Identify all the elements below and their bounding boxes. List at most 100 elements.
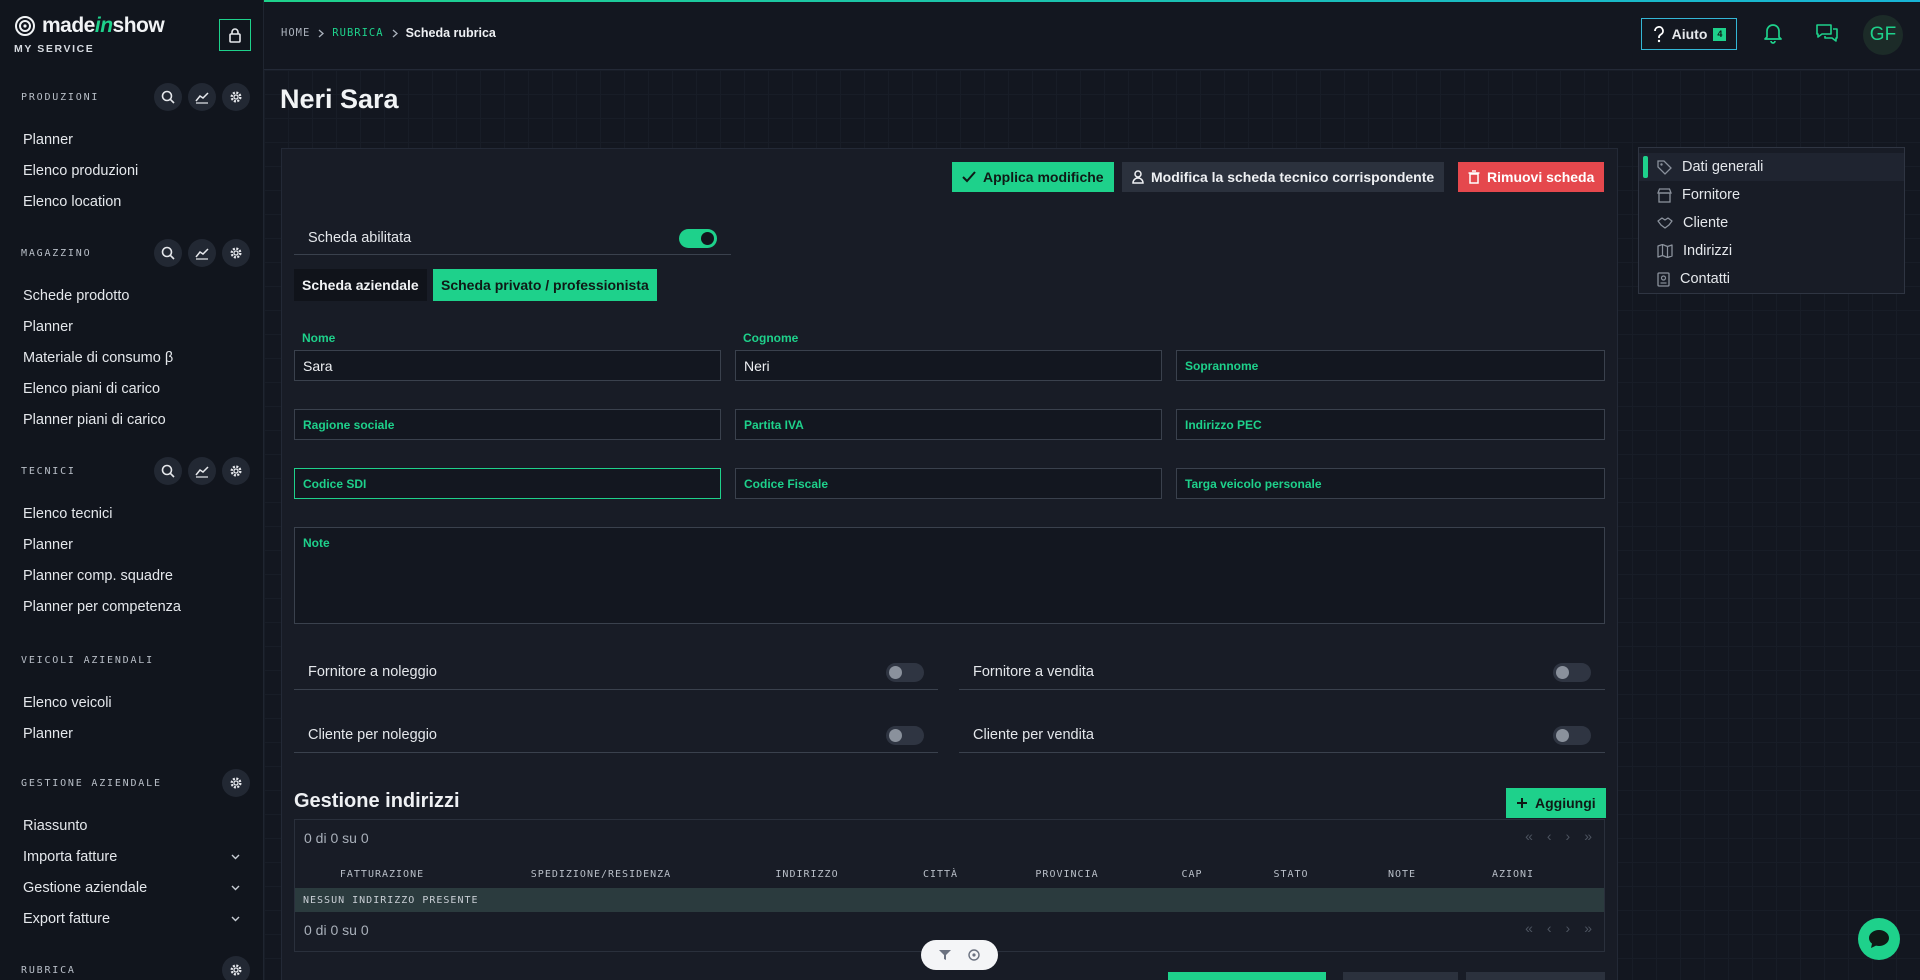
- stats-button[interactable]: [188, 457, 216, 485]
- codice-fiscale-field[interactable]: Codice Fiscale: [735, 468, 1162, 499]
- settings-button[interactable]: [222, 239, 250, 267]
- column-header[interactable]: FATTURAZIONE: [295, 869, 469, 880]
- soprannome-field[interactable]: Soprannome: [1176, 350, 1605, 381]
- index-item-contatti[interactable]: Contatti: [1639, 265, 1904, 293]
- sidebar-item-importa-fatture[interactable]: Importa fatture: [0, 841, 263, 872]
- messages-icon[interactable]: [1815, 22, 1839, 49]
- column-header[interactable]: STATO: [1250, 869, 1332, 880]
- ragione-sociale-field[interactable]: Ragione sociale: [294, 409, 721, 440]
- tag-icon: [1657, 159, 1672, 175]
- index-item-cliente[interactable]: Cliente: [1639, 209, 1904, 237]
- fornitore-noleggio-toggle[interactable]: [886, 662, 924, 682]
- note-label: Note: [303, 536, 330, 550]
- sidebar-item-riassunto[interactable]: Riassunto: [0, 810, 263, 841]
- next-page-icon[interactable]: ›: [1566, 920, 1571, 936]
- sidebar-item-elenco-veicoli[interactable]: Elenco veicoli: [0, 687, 263, 718]
- edit-tech-button[interactable]: Modifica la scheda tecnico corrispondent…: [1122, 162, 1445, 192]
- sidebar-item-elenco-tecnici[interactable]: Elenco tecnici: [0, 498, 263, 529]
- note-textarea[interactable]: Note: [294, 527, 1605, 624]
- fornitore-vendita-toggle[interactable]: [1553, 662, 1591, 682]
- contact-card-icon: [1657, 271, 1670, 287]
- target-icon[interactable]: [967, 948, 981, 962]
- sidebar-item-elenco-location[interactable]: Elenco location: [0, 186, 263, 217]
- cliente-vendita-toggle[interactable]: [1553, 725, 1591, 745]
- bottom-tertiary-button[interactable]: [1466, 972, 1605, 980]
- settings-button[interactable]: [222, 769, 250, 797]
- breadcrumb-rubrica[interactable]: RUBRICA: [332, 27, 383, 39]
- store-icon: [1657, 187, 1672, 203]
- cliente-noleggio-toggle[interactable]: [886, 725, 924, 745]
- tab-scheda-privato[interactable]: Scheda privato / professionista: [433, 269, 657, 301]
- lock-button[interactable]: [219, 19, 251, 51]
- search-icon: [161, 90, 175, 104]
- settings-button[interactable]: [222, 956, 250, 980]
- partita-iva-field[interactable]: Partita IVA: [735, 409, 1162, 440]
- sidebar-item-export-fatture[interactable]: Export fatture: [0, 903, 263, 934]
- sidebar-item-elenco-piani-carico[interactable]: Elenco piani di carico: [0, 373, 263, 404]
- index-item-dati-generali[interactable]: Dati generali: [1639, 153, 1904, 181]
- stats-button[interactable]: [188, 239, 216, 267]
- help-badge: 4: [1713, 27, 1727, 41]
- section-veicoli: VEICOLI AZIENDALI Elenco veicoli Planner: [0, 645, 263, 749]
- column-header[interactable]: SPEDIZIONE/RESIDENZA: [469, 869, 733, 880]
- targa-field[interactable]: Targa veicolo personale: [1176, 468, 1605, 499]
- sidebar-item-planner-competenza[interactable]: Planner per competenza: [0, 591, 263, 622]
- chat-icon: [1869, 930, 1889, 948]
- prev-page-icon[interactable]: ‹: [1547, 828, 1552, 844]
- last-page-icon[interactable]: »: [1584, 920, 1592, 936]
- column-header[interactable]: CAP: [1134, 869, 1250, 880]
- sidebar-item-planner[interactable]: Planner: [0, 311, 263, 342]
- column-header[interactable]: CITTÀ: [881, 869, 1000, 880]
- bottom-secondary-button[interactable]: [1343, 972, 1458, 980]
- first-page-icon[interactable]: «: [1525, 828, 1533, 844]
- prev-page-icon[interactable]: ‹: [1547, 920, 1552, 936]
- column-header[interactable]: PROVINCIA: [1000, 869, 1134, 880]
- pager-bottom: « ‹ › »: [1525, 920, 1592, 936]
- breadcrumb-current: Scheda rubrica: [405, 26, 496, 40]
- search-button[interactable]: [154, 457, 182, 485]
- index-item-fornitore[interactable]: Fornitore: [1639, 181, 1904, 209]
- codice-sdi-field[interactable]: Codice SDI: [294, 468, 721, 499]
- sidebar-item-planner-piani-carico[interactable]: Planner piani di carico: [0, 404, 263, 435]
- stats-button[interactable]: [188, 83, 216, 111]
- bottom-primary-button[interactable]: [1168, 972, 1326, 980]
- next-page-icon[interactable]: ›: [1566, 828, 1571, 844]
- chat-button[interactable]: [1858, 918, 1900, 960]
- sidebar-item-planner[interactable]: Planner: [0, 529, 263, 560]
- settings-button[interactable]: [222, 457, 250, 485]
- gear-icon: [230, 247, 242, 259]
- brand-subtitle: MY SERVICE: [14, 43, 95, 55]
- first-page-icon[interactable]: «: [1525, 920, 1533, 936]
- apply-button[interactable]: Applica modifiche: [952, 162, 1114, 192]
- bell-icon[interactable]: [1763, 22, 1783, 49]
- breadcrumb-home[interactable]: HOME: [281, 27, 310, 39]
- sidebar-item-planner-squadre[interactable]: Planner comp. squadre: [0, 560, 263, 591]
- sidebar-item-planner[interactable]: Planner: [0, 124, 263, 155]
- search-button[interactable]: [154, 83, 182, 111]
- settings-button[interactable]: [222, 83, 250, 111]
- last-page-icon[interactable]: »: [1584, 828, 1592, 844]
- search-button[interactable]: [154, 239, 182, 267]
- tab-scheda-aziendale[interactable]: Scheda aziendale: [294, 269, 427, 301]
- nome-field[interactable]: Sara: [294, 350, 721, 381]
- fornitore-noleggio-row: Fornitore a noleggio: [294, 655, 938, 690]
- help-button[interactable]: Aiuto 4: [1641, 18, 1737, 50]
- chevron-right-icon: [392, 29, 398, 37]
- filter-icon[interactable]: [938, 949, 952, 961]
- technician-icon: [1132, 170, 1144, 184]
- add-address-button[interactable]: Aggiungi: [1506, 788, 1606, 818]
- sidebar-item-schede-prodotto[interactable]: Schede prodotto: [0, 280, 263, 311]
- remove-button[interactable]: Rimuovi scheda: [1458, 162, 1605, 192]
- avatar[interactable]: GF: [1863, 15, 1903, 55]
- cognome-field[interactable]: Neri: [735, 350, 1162, 381]
- column-header[interactable]: INDIRIZZO: [733, 869, 881, 880]
- brand-logo[interactable]: madeinshow: [14, 14, 165, 38]
- index-item-indirizzi[interactable]: Indirizzi: [1639, 237, 1904, 265]
- enabled-toggle[interactable]: [679, 228, 717, 248]
- sidebar-item-elenco-produzioni[interactable]: Elenco produzioni: [0, 155, 263, 186]
- sidebar-item-gestione-aziendale[interactable]: Gestione aziendale: [0, 872, 263, 903]
- sidebar-item-planner[interactable]: Planner: [0, 718, 263, 749]
- pec-field[interactable]: Indirizzo PEC: [1176, 409, 1605, 440]
- sidebar-item-materiale-consumo[interactable]: Materiale di consumo β: [0, 342, 263, 373]
- column-header[interactable]: NOTE: [1332, 869, 1472, 880]
